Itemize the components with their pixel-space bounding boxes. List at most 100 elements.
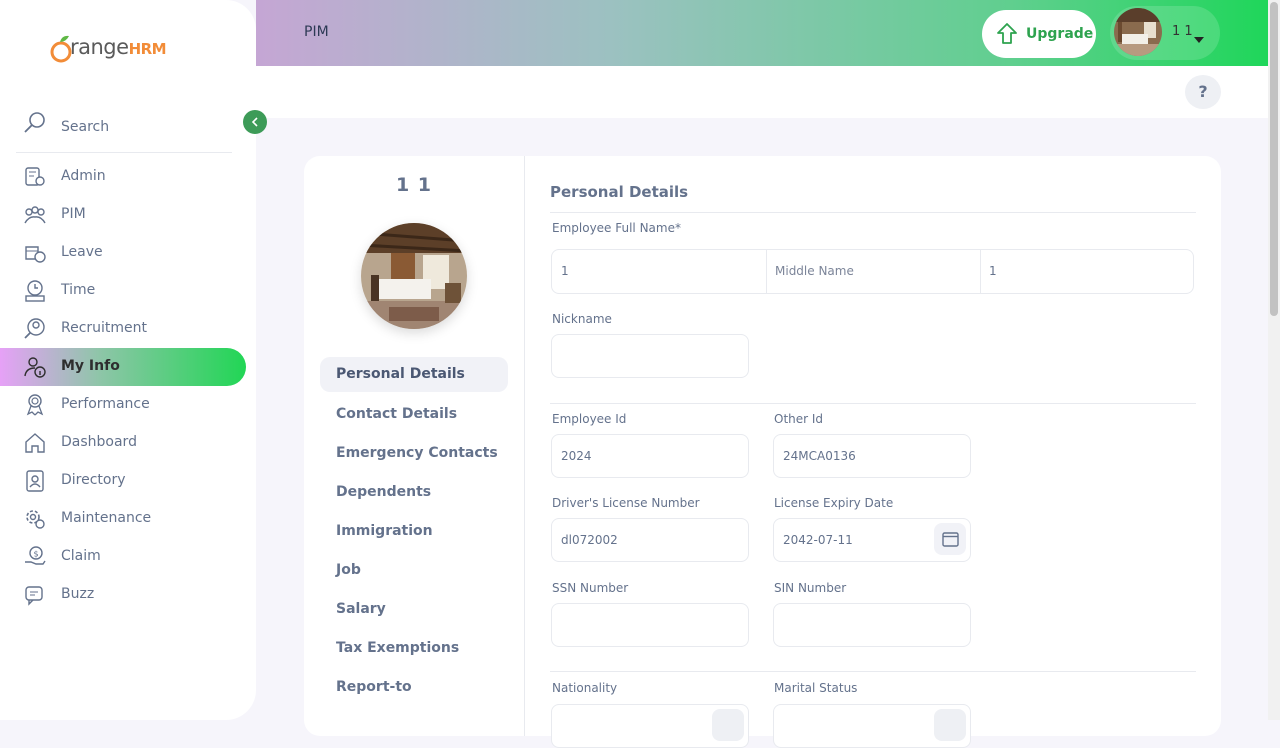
directory-icon — [23, 469, 47, 493]
upgrade-arrow-icon — [996, 22, 1018, 50]
upgrade-button[interactable]: Upgrade — [982, 10, 1096, 58]
avatar — [1114, 8, 1162, 56]
profile-sidebar: 1 1 Personal Details Contact Details Eme… — [304, 156, 525, 736]
nickname-label: Nickname — [552, 312, 612, 326]
help-button[interactable]: ? — [1185, 75, 1221, 109]
sidebar-item-label: My Info — [61, 358, 120, 374]
tab-dependents[interactable]: Dependents — [320, 474, 508, 513]
sidebar-item-label: Performance — [61, 396, 150, 412]
logo-hrm-text: HRM — [128, 40, 167, 58]
employee-profile-card: 1 1 Personal Details Contact Details Eme… — [304, 156, 1221, 748]
user-dropdown[interactable]: 1 1 — [1110, 6, 1220, 60]
sidebar-item-performance[interactable]: Performance — [0, 386, 246, 424]
tab-personal-details[interactable]: Personal Details — [320, 357, 508, 392]
buzz-icon — [23, 583, 47, 607]
performance-icon — [23, 393, 47, 417]
user-name: 1 1 — [1172, 24, 1193, 39]
tab-label: Salary — [336, 601, 386, 617]
dashboard-icon — [23, 431, 47, 455]
sin-label: SIN Number — [774, 581, 847, 595]
other-id-value: 24MCA0136 — [783, 449, 856, 463]
sidebar-item-dashboard[interactable]: Dashboard — [0, 424, 246, 462]
sidebar-item-directory[interactable]: Directory — [0, 462, 246, 500]
employee-id-value: 2024 — [561, 449, 592, 463]
nickname-input[interactable] — [551, 334, 749, 378]
calendar-button[interactable] — [934, 523, 966, 555]
tab-label: Immigration — [336, 523, 433, 539]
divider — [550, 671, 1196, 672]
nationality-select[interactable] — [551, 704, 749, 748]
tab-label: Dependents — [336, 484, 432, 500]
tab-salary[interactable]: Salary — [320, 591, 508, 630]
middle-name-field[interactable]: Middle Name — [766, 250, 981, 293]
claim-icon: $ — [23, 545, 47, 569]
employee-id-input[interactable]: 2024 — [551, 434, 749, 478]
sidebar-item-maintenance[interactable]: Maintenance — [0, 500, 246, 538]
orangehrm-logo[interactable]: rangeHRM — [50, 32, 170, 64]
section-title: Personal Details — [550, 183, 689, 201]
first-name-field[interactable]: 1 — [552, 250, 767, 293]
caret-down-icon — [1194, 28, 1204, 47]
sidebar-item-pim[interactable]: PIM — [0, 196, 246, 234]
sidebar: rangeHRM Search Admin PIM Leave Time Rec… — [0, 0, 256, 720]
full-name-group: 1 Middle Name 1 — [551, 249, 1194, 294]
search-label: Search — [61, 119, 110, 135]
admin-icon — [23, 165, 47, 189]
other-id-input[interactable]: 24MCA0136 — [773, 434, 971, 478]
divider — [550, 403, 1196, 404]
chevron-down-icon — [712, 709, 744, 741]
sidebar-item-label: PIM — [61, 206, 86, 222]
sidebar-item-label: Claim — [61, 548, 101, 564]
sidebar-item-my-info[interactable]: My Info — [0, 348, 246, 386]
logo-text: range — [70, 35, 129, 59]
license-expiry-label: License Expiry Date — [774, 496, 894, 510]
calendar-icon — [942, 532, 959, 547]
tab-label: Job — [336, 562, 361, 578]
last-name-field[interactable]: 1 — [980, 250, 1193, 293]
sub-header: ? — [256, 66, 1268, 118]
sidebar-item-label: Maintenance — [61, 510, 152, 526]
pim-icon — [23, 203, 47, 227]
tab-immigration[interactable]: Immigration — [320, 513, 508, 552]
tab-emergency-contacts[interactable]: Emergency Contacts — [320, 435, 508, 474]
employee-photo[interactable] — [361, 223, 467, 329]
search-icon — [22, 110, 48, 140]
tab-tax-exemptions[interactable]: Tax Exemptions — [320, 630, 508, 669]
sidebar-item-time[interactable]: Time — [0, 272, 246, 310]
license-input[interactable]: dl072002 — [551, 518, 749, 562]
tab-label: Tax Exemptions — [336, 640, 460, 656]
marital-status-label: Marital Status — [774, 681, 858, 695]
marital-status-select[interactable] — [773, 704, 971, 748]
divider — [550, 212, 1196, 213]
first-name-value: 1 — [561, 264, 569, 278]
topbar: PIM Upgrade 1 1 — [256, 0, 1268, 66]
sidebar-item-claim[interactable]: $ Claim — [0, 538, 246, 576]
sidebar-collapse-button[interactable] — [243, 110, 267, 134]
tab-contact-details[interactable]: Contact Details — [320, 396, 508, 435]
sin-input[interactable] — [773, 603, 971, 647]
nationality-label: Nationality — [552, 681, 618, 695]
sidebar-item-recruitment[interactable]: Recruitment — [0, 310, 246, 348]
ssn-input[interactable] — [551, 603, 749, 647]
recruitment-icon — [23, 317, 47, 341]
sidebar-item-label: Leave — [61, 244, 103, 260]
tab-job[interactable]: Job — [320, 552, 508, 591]
sidebar-item-label: Time — [61, 282, 96, 298]
sidebar-item-leave[interactable]: Leave — [0, 234, 246, 272]
other-id-label: Other Id — [774, 412, 824, 426]
employee-id-label: Employee Id — [552, 412, 627, 426]
tab-label: Personal Details — [336, 366, 465, 382]
sidebar-item-buzz[interactable]: Buzz — [0, 576, 246, 614]
chevron-down-icon — [934, 709, 966, 741]
tab-report-to[interactable]: Report-to — [320, 669, 508, 708]
scrollbar-thumb[interactable] — [1270, 2, 1278, 316]
sidebar-item-label: Buzz — [61, 586, 95, 602]
page-scrollbar[interactable] — [1268, 0, 1280, 720]
sidebar-item-label: Directory — [61, 472, 126, 488]
sidebar-search[interactable]: Search — [16, 104, 232, 153]
sidebar-item-admin[interactable]: Admin — [0, 158, 246, 196]
license-value: dl072002 — [561, 533, 618, 547]
ssn-label: SSN Number — [552, 581, 629, 595]
sidebar-item-label: Dashboard — [61, 434, 137, 450]
license-expiry-input[interactable]: 2042-07-11 — [773, 518, 971, 562]
